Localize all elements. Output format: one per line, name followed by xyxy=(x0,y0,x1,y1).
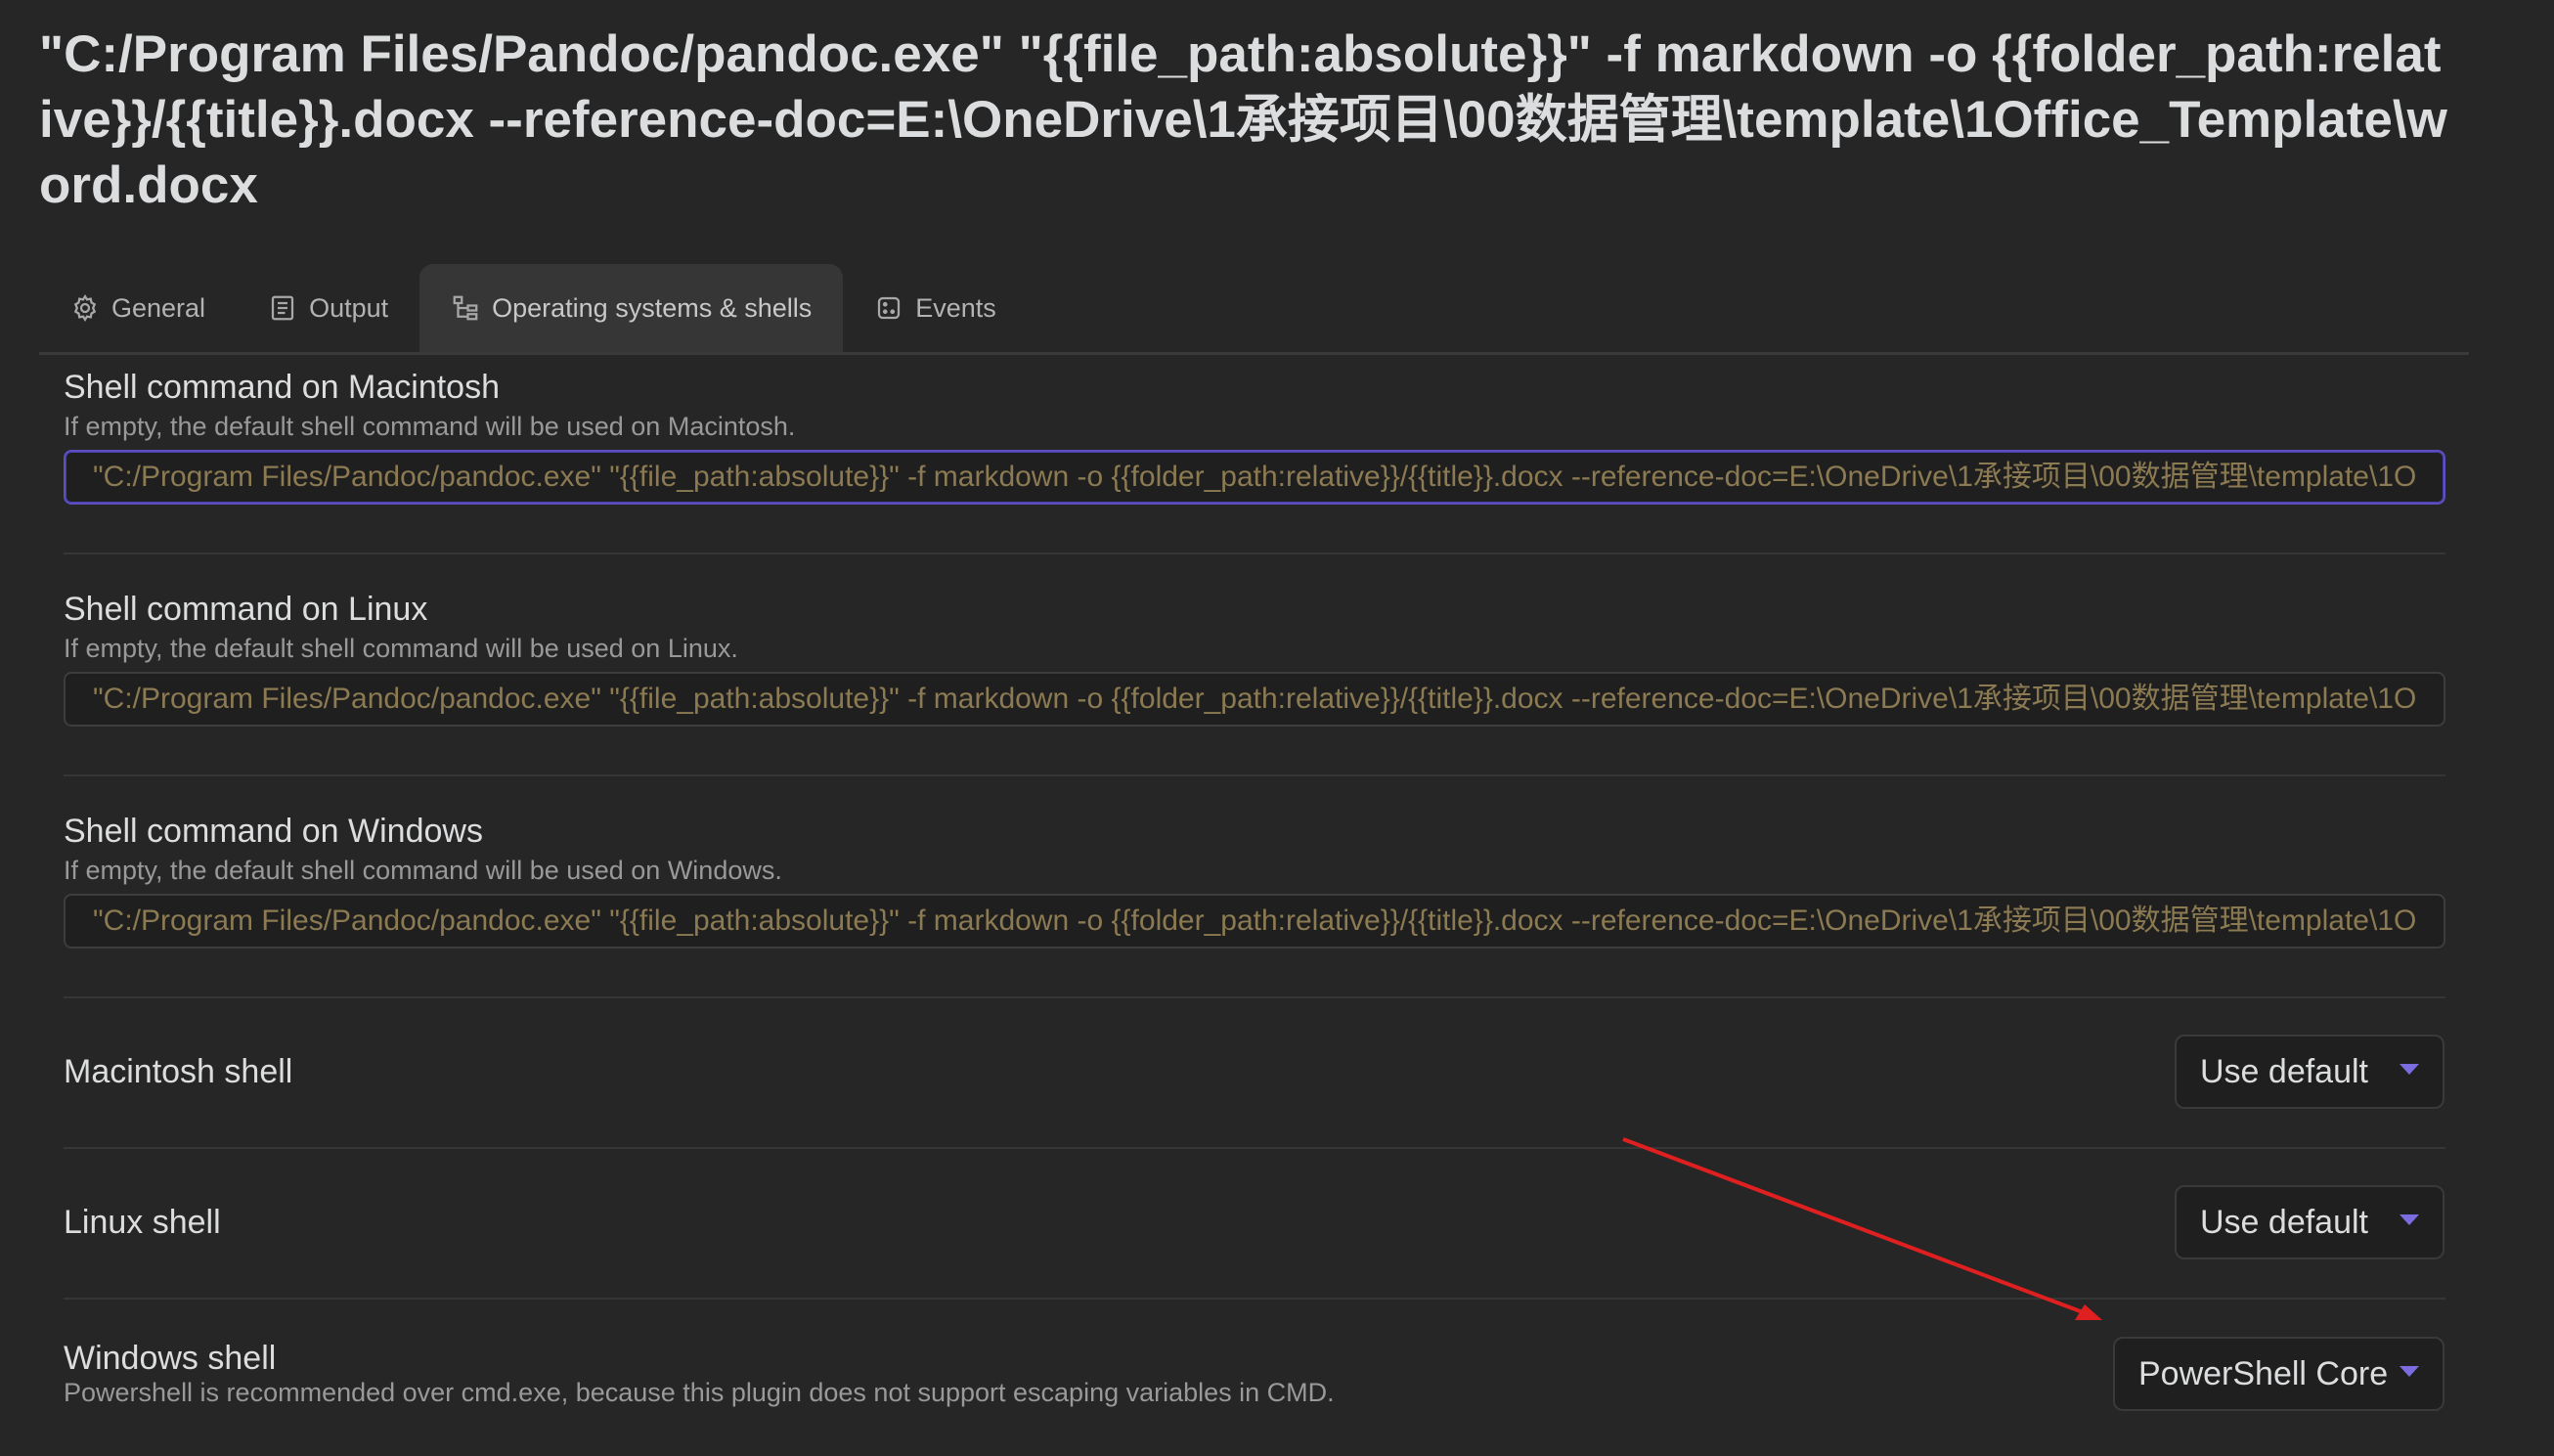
windows-shell-label: Windows shell xyxy=(64,1340,277,1377)
tab-operating-systems-shells[interactable]: Operating systems & shells xyxy=(419,264,844,352)
mac-shell-dropdown[interactable]: Use default xyxy=(2175,1035,2444,1109)
windows-command-title: Shell command on Windows xyxy=(64,813,483,850)
tab-general[interactable]: General xyxy=(39,264,237,352)
tab-output[interactable]: Output xyxy=(237,264,419,352)
linux-shell-value: Use default xyxy=(2200,1203,2368,1241)
windows-shell-dropdown[interactable]: PowerShell Core xyxy=(2113,1337,2444,1411)
chevron-down-icon xyxy=(2400,1214,2419,1225)
windows-command-description: If empty, the default shell command will… xyxy=(64,856,782,885)
chevron-down-icon xyxy=(2400,1366,2419,1377)
tab-events-label: Events xyxy=(915,292,996,323)
divider xyxy=(64,1298,2445,1300)
mac-command-setting: Shell command on Macintosh If empty, the… xyxy=(64,367,2445,505)
linux-shell-dropdown[interactable]: Use default xyxy=(2175,1185,2444,1259)
tab-output-label: Output xyxy=(309,292,389,323)
gear-icon xyxy=(73,293,97,323)
page-title: "C:/Program Files/Pandoc/pandoc.exe" "{{… xyxy=(39,25,2447,214)
settings-page: "C:/Program Files/Pandoc/pandoc.exe" "{{… xyxy=(0,0,2554,1456)
divider xyxy=(64,774,2445,776)
windows-shell-value: PowerShell Core xyxy=(2138,1354,2389,1392)
linux-command-title: Shell command on Linux xyxy=(64,591,428,628)
mac-shell-label: Macintosh shell xyxy=(64,1053,293,1090)
mac-command-title: Shell command on Macintosh xyxy=(64,369,501,406)
document-icon xyxy=(271,295,294,321)
linux-command-description: If empty, the default shell command will… xyxy=(64,634,738,663)
windows-command-setting: Shell command on Windows If empty, the d… xyxy=(64,811,2445,949)
windows-command-input[interactable] xyxy=(64,894,2445,949)
mac-shell-value: Use default xyxy=(2200,1052,2368,1090)
divider xyxy=(64,552,2445,554)
linux-shell-label: Linux shell xyxy=(64,1204,221,1241)
annotation-arrow xyxy=(1622,1137,2102,1320)
divider xyxy=(64,1147,2445,1149)
chevron-down-icon xyxy=(2400,1064,2419,1075)
tab-general-label: General xyxy=(111,292,206,323)
divider xyxy=(64,996,2445,998)
tree-icon xyxy=(453,295,478,321)
dice-icon xyxy=(878,296,901,320)
linux-command-setting: Shell command on Linux If empty, the def… xyxy=(64,589,2445,727)
tab-operating-systems-shells-label: Operating systems & shells xyxy=(492,292,813,323)
tab-events[interactable]: Events xyxy=(843,264,1028,352)
settings-tabs: General Output Operating systems & shell… xyxy=(39,264,2469,355)
mac-command-description: If empty, the default shell command will… xyxy=(64,412,796,441)
linux-command-input[interactable] xyxy=(64,672,2445,727)
mac-command-input[interactable] xyxy=(64,450,2445,505)
windows-shell-description: Powershell is recommended over cmd.exe, … xyxy=(64,1378,1335,1407)
